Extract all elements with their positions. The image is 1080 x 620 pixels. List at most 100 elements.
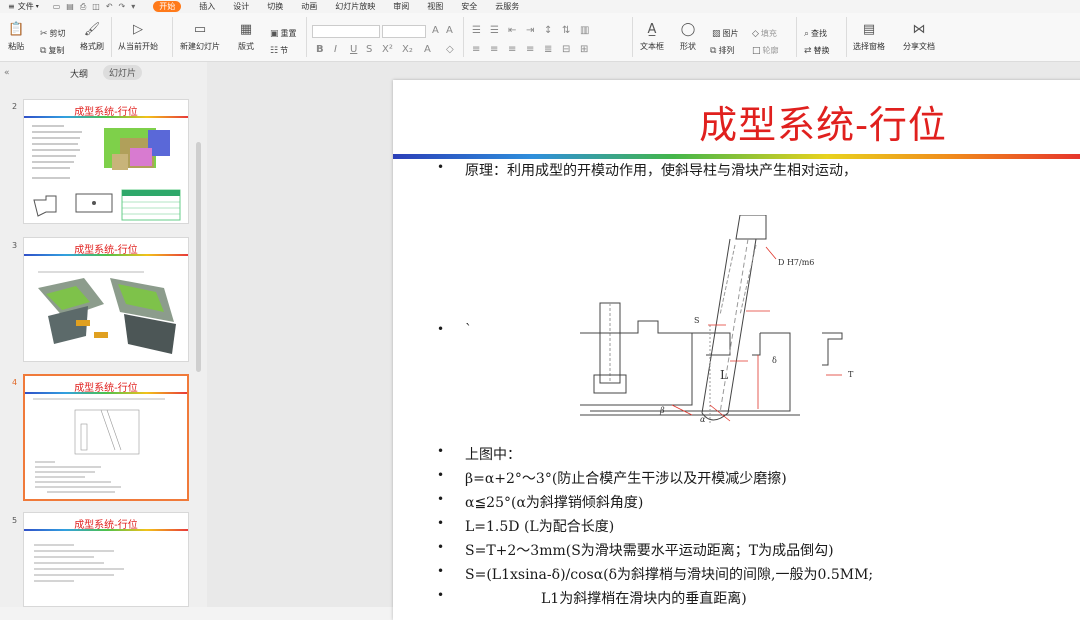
tab-outline[interactable]: 大纲 [70, 67, 88, 80]
slide-thumbnail-2[interactable]: 成型系统-行位 [23, 99, 189, 224]
tab-cloud[interactable]: 云服务 [495, 1, 519, 12]
collapse-panel-icon[interactable]: « [4, 68, 10, 78]
panel-scrollbar[interactable] [196, 142, 201, 372]
replace-button[interactable]: ⇄ 替换 [804, 45, 830, 56]
tab-review[interactable]: 审阅 [393, 1, 409, 12]
print-preview-icon[interactable]: ◫ [92, 2, 100, 12]
format-painter-label: 格式刷 [80, 42, 104, 51]
tab-view[interactable]: 视图 [427, 1, 443, 12]
numbering-icon[interactable]: ☰ [490, 25, 499, 36]
format-painter-button[interactable]: 🖌 格式刷 [80, 23, 104, 52]
underline-icon[interactable]: U [350, 44, 357, 55]
columns-icon[interactable]: ▥ [580, 25, 589, 36]
strikethrough-icon[interactable]: S [366, 44, 372, 55]
shape-button[interactable]: ◯ 形状 [680, 23, 696, 52]
fill-button[interactable]: ◇ 填充 [752, 28, 777, 39]
textbox-label: 文本框 [640, 42, 664, 51]
file-menu[interactable]: ≡ 文件 ▾ [8, 1, 39, 12]
tab-home[interactable]: 开始 [153, 1, 182, 12]
grow-font-icon[interactable]: A [432, 25, 439, 36]
tab-security[interactable]: 安全 [461, 1, 477, 12]
justify-icon[interactable]: ≡ [526, 44, 534, 55]
textbox-icon: A̲ [647, 22, 657, 37]
section-button[interactable]: ☷ 节 [270, 45, 288, 56]
print-icon[interactable]: ⎙ [80, 2, 86, 12]
bullets-icon[interactable]: ☰ [472, 25, 481, 36]
clear-format-icon[interactable]: ◇ [446, 44, 454, 55]
decrease-indent-icon[interactable]: ⇤ [508, 25, 516, 36]
redo-icon[interactable]: ↷ [119, 2, 126, 12]
copy-button[interactable]: ⧉ 复制 [40, 45, 64, 56]
slide-thumbnail-5[interactable]: 成型系统-行位 [23, 512, 189, 607]
slide-diagram[interactable]: D H7/m6 S L δ T β α [580, 215, 855, 423]
bullet-dot: • [437, 492, 445, 506]
select-pane-button[interactable]: ▤ 选择窗格 [853, 23, 885, 52]
fit-tolerance-label: D H7/m6 [778, 258, 814, 267]
slide-canvas[interactable]: 成型系统-行位 • 原理：利用成型的开模动作用，使斜导柱与滑块产生相对运动， D… [393, 80, 1080, 620]
ribbon-divider [306, 17, 307, 57]
customize-icon[interactable]: ▾ [131, 2, 135, 12]
cut-label: 剪切 [49, 29, 66, 38]
slide-title[interactable]: 成型系统-行位 [393, 94, 1080, 149]
fill-label: 填充 [760, 29, 777, 38]
from-current-button[interactable]: ▷ 从当前开始 [118, 23, 158, 52]
ribbon-divider [172, 17, 173, 57]
section-label: 节 [280, 46, 289, 55]
outline-button[interactable]: □ 轮廓 [752, 45, 779, 56]
bullet-text: α≦25°(α为斜撑销倾斜角度) [465, 495, 644, 511]
textbox-button[interactable]: A̲ 文本框 [640, 23, 664, 52]
paste-button[interactable]: 📋 粘贴 [8, 23, 24, 52]
share-button[interactable]: ⋈ 分享文档 [903, 23, 935, 52]
align-text-icon[interactable]: ⊟ [562, 44, 570, 55]
line-spacing-icon[interactable]: ↕ [544, 25, 552, 36]
slide-navigation-panel: « 大纲 幻灯片 2 成型系统-行位 3 成型系统-行位 4 成型系统-行位 5… [0, 62, 207, 607]
new-slide-button[interactable]: ▭ 新建幻灯片 [180, 23, 220, 52]
select-pane-icon: ▤ [862, 22, 876, 37]
save-icon[interactable]: ▭ [53, 2, 61, 12]
align-center-icon[interactable]: ≡ [490, 44, 498, 55]
slide-thumbnail-3[interactable]: 成型系统-行位 [23, 237, 189, 362]
font-size-input[interactable] [382, 25, 426, 38]
thumbnail-rainbow-bar [24, 529, 188, 531]
distribute-icon[interactable]: ≣ [544, 44, 552, 55]
align-left-icon[interactable]: ≡ [472, 44, 480, 55]
outline-label: 轮廓 [762, 46, 779, 55]
slide-thumbnail-4[interactable]: 成型系统-行位 [23, 374, 189, 501]
open-icon[interactable]: ▤ [66, 2, 74, 12]
increase-indent-icon[interactable]: ⇥ [526, 25, 534, 36]
bullet-dot: • [437, 564, 445, 578]
picture-button[interactable]: ▨ 图片 [712, 28, 739, 39]
font-name-input[interactable] [312, 25, 380, 38]
italic-icon[interactable]: I [334, 44, 337, 55]
tab-animations[interactable]: 动画 [301, 1, 317, 12]
arrange-button[interactable]: ⧉ 排列 [710, 45, 734, 56]
undo-icon[interactable]: ↶ [106, 2, 113, 12]
tab-design[interactable]: 设计 [233, 1, 249, 12]
cut-button[interactable]: ✂ 剪切 [40, 28, 66, 39]
tab-insert[interactable]: 插入 [199, 1, 215, 12]
tab-transitions[interactable]: 切换 [267, 1, 283, 12]
ribbon-divider [846, 17, 847, 57]
l-label: L [720, 368, 728, 382]
superscript-icon[interactable]: X² [382, 44, 393, 55]
text-direction-icon[interactable]: ⇅ [562, 25, 570, 36]
subscript-icon[interactable]: X₂ [402, 44, 413, 55]
reset-button[interactable]: ▣ 重置 [270, 28, 297, 39]
tab-slideshow[interactable]: 幻灯片放映 [335, 1, 375, 12]
smartart-icon[interactable]: ⊞ [580, 44, 588, 55]
picture-icon: ▨ [712, 28, 721, 39]
bullet-text: L=1.5D (L为配合长度) [465, 519, 615, 535]
alpha-label: α [700, 415, 706, 423]
bold-icon[interactable]: B [316, 44, 324, 55]
bullet-dot: • [437, 322, 445, 336]
font-color-icon[interactable]: A [424, 44, 431, 55]
beta-label: β [659, 406, 665, 415]
thumbnail-content-preview [34, 544, 124, 582]
shrink-font-icon[interactable]: A [446, 25, 453, 36]
align-right-icon[interactable]: ≡ [508, 44, 516, 55]
slide-number: 5 [12, 516, 18, 525]
tab-slides[interactable]: 幻灯片 [103, 65, 143, 80]
layout-button[interactable]: ▦ 版式 [238, 23, 254, 52]
bullet-dot: • [437, 444, 445, 458]
find-button[interactable]: ⌕ 查找 [804, 28, 827, 39]
